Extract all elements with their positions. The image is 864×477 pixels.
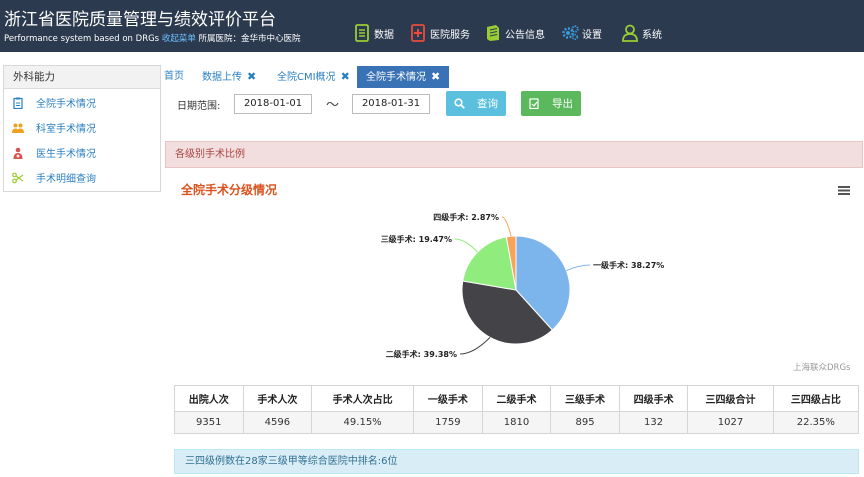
date-range-label: 日期范围: [177,101,221,112]
surgery-stats-table: 出院人次 手术人次 手术人次占比 一级手术 二级手术 三级手术 四级手术 三四级… [174,385,860,434]
pie-data-label: 四级手术: 2.87% [433,212,499,222]
tab-data-upload[interactable]: 数据上传 ✖ [202,66,256,88]
panel-heading: 各级别手术比例 [165,141,863,168]
sidebar-item-surgery-detail[interactable]: 手术明细查询 [12,170,96,185]
gear-icon [562,25,579,41]
table-row: 9351 4596 49.15% 1759 1810 895 132 1027 … [174,411,860,434]
nav-settings[interactable]: 设置 [561,24,602,42]
top-header: 浙江省医院质量管理与绩效评价平台 Performance system base… [0,0,864,52]
pie-data-label: 二级手术: 39.38% [386,349,457,359]
table-header: 四级手术 [618,385,689,412]
tab-home[interactable]: 首页 [164,66,184,88]
export-icon [529,98,539,109]
tab-label: 全院手术情况 [366,72,426,83]
search-icon [454,98,465,109]
export-button-label: 导出 [552,98,573,110]
sidebar-item-doctor-surgery[interactable]: 医生手术情况 [12,145,96,160]
sidebar-item-label: 医生手术情况 [36,149,96,160]
sidebar-item-department-surgery[interactable]: 科室手术情况 [12,120,96,135]
book-icon [487,25,499,41]
nav-data-label: 数据 [374,29,394,41]
table-header: 手术人次占比 [311,385,415,412]
pie-connector [566,264,591,272]
pie-data-label: 三级手术: 19.47% [381,234,452,244]
close-icon[interactable]: ✖ [341,70,350,83]
tab-hospital-surgery[interactable]: 全院手术情况 ✖ [357,66,450,88]
table-cell: 1027 [687,411,774,434]
subtitle-system: Performance system based on DRGs [4,34,160,44]
sidebar-item-label: 手术明细查询 [36,174,96,185]
table-cell: 49.15% [311,411,415,434]
table-cell: 1810 [481,411,552,434]
ranking-info: 三四级例数在28家三级甲等综合医院中排名:6位 [174,449,859,474]
app-subtitle: Performance system based on DRGs 收起菜单 所属… [4,32,301,44]
table-header: 出院人次 [174,385,244,412]
sidebar: 外科能力 全院手术情况 科室手术情况 医生手术情况 手术明细查询 [3,65,161,192]
table-cell: 9351 [174,411,244,434]
sidebar-item-hospital-surgery[interactable]: 全院手术情况 [12,95,96,110]
table-cell: 895 [550,411,620,434]
close-icon[interactable]: ✖ [431,70,440,83]
nav-settings-label: 设置 [582,29,602,41]
chart-credit: 上海联众DRGs [793,363,851,373]
doctor-icon [13,147,23,159]
table-cell: 1759 [413,411,483,434]
user-icon [622,24,638,42]
app-title: 浙江省医院质量管理与绩效评价平台 [4,10,276,30]
table-cell: 22.35% [772,411,860,434]
query-button[interactable]: 查询 [446,91,506,116]
sidebar-title: 外科能力 [4,66,160,89]
chart-menu-icon[interactable] [838,185,850,196]
table-header: 一级手术 [413,385,483,412]
table-header-row: 出院人次 手术人次 手术人次占比 一级手术 二级手术 三级手术 四级手术 三四级… [174,385,860,412]
document-icon [355,24,369,42]
pie-connector [454,238,478,253]
nav-system[interactable]: 系统 [621,24,662,42]
nav-hospital-service-label: 医院服务 [430,29,470,41]
date-separator: ～ [326,98,340,113]
nav-announcements-label: 公告信息 [505,29,545,41]
nav-data[interactable]: 数据 [353,24,394,42]
table-header: 三四级占比 [772,385,860,412]
table-header: 手术人次 [242,385,313,412]
tab-cmi-overview[interactable]: 全院CMI概况 ✖ [277,66,350,88]
chart-title: 全院手术分级情况 [181,183,278,197]
table-header: 二级手术 [481,385,552,412]
close-icon[interactable]: ✖ [247,70,256,83]
tab-label: 全院CMI概况 [277,72,336,83]
end-date-input[interactable]: 2018-01-31 [352,94,430,114]
pie-connector [501,216,512,237]
subtitle-hospital: 所属医院：金华市中心医院 [198,34,301,44]
tab-label: 首页 [164,71,184,82]
query-button-label: 查询 [477,98,498,110]
table-header: 三四级合计 [687,385,774,412]
pie-chart: 一级手术: 38.27% 二级手术: 39.38% 三级手术: 19.47% 四级手术… [381,212,665,359]
nav-hospital-service[interactable]: 医院服务 [409,24,470,42]
table-header: 三级手术 [550,385,620,412]
pie-data-label: 一级手术: 38.27% [593,260,664,270]
table-cell: 4596 [242,411,313,434]
group-icon [12,123,24,133]
clipboard-icon [13,97,23,109]
nav-announcements[interactable]: 公告信息 [484,24,545,42]
hospital-service-icon [411,24,425,42]
tab-label: 数据上传 [202,72,242,83]
nav-system-label: 系统 [642,29,662,41]
sidebar-item-label: 全院手术情况 [36,99,96,110]
table-cell: 132 [618,411,689,434]
start-date-input[interactable]: 2018-01-01 [234,94,312,114]
pie-connector [459,337,491,355]
export-button[interactable]: 导出 [521,91,581,116]
collapse-menu-link[interactable]: 收起菜单 [162,34,196,44]
sidebar-item-label: 科室手术情况 [36,124,96,135]
scissors-icon [12,172,24,183]
